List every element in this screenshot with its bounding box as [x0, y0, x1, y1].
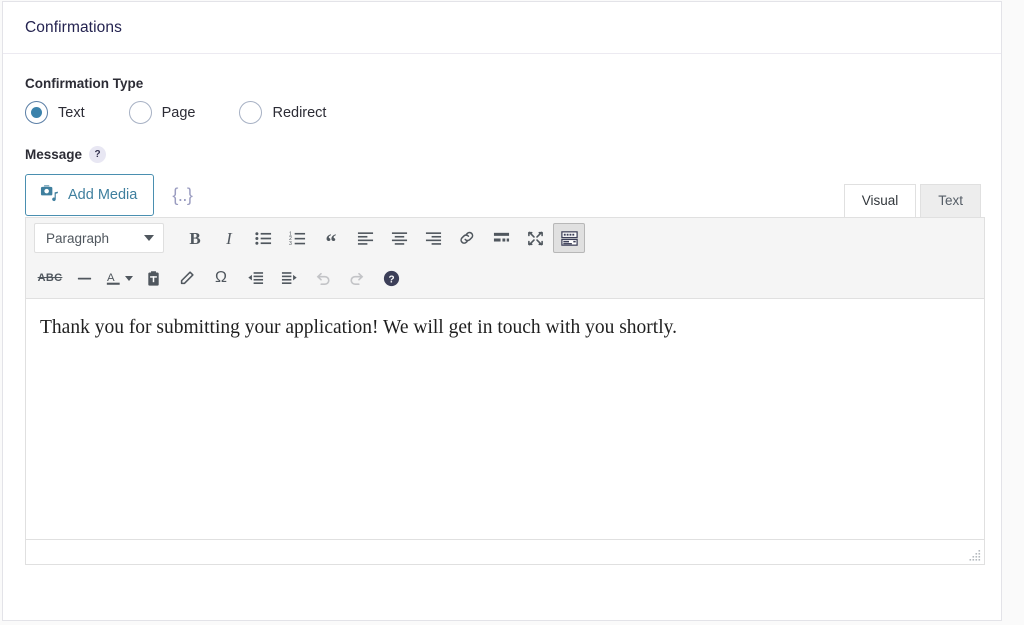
strikethrough-glyph: ABC	[37, 272, 63, 284]
text-color-icon[interactable]: A	[102, 263, 135, 293]
radio-indicator-redirect[interactable]	[239, 101, 263, 124]
panel-header: Confirmations	[3, 2, 1001, 54]
blockquote-icon[interactable]: “	[315, 223, 347, 253]
page-title: Confirmations	[25, 18, 122, 36]
radio-label-text: Text	[58, 104, 85, 121]
outdent-icon[interactable]	[239, 263, 271, 293]
clear-formatting-icon[interactable]	[171, 263, 203, 293]
align-right-icon[interactable]	[417, 223, 449, 253]
toolbar-toggle-icon[interactable]	[553, 223, 585, 253]
radio-option-text[interactable]: Text	[25, 101, 85, 124]
chevron-down-icon	[144, 235, 154, 241]
svg-text:3: 3	[289, 241, 292, 247]
rich-text-editor: Paragraph B I 123 “ ABC A Ω ? Thank you …	[25, 217, 985, 565]
radio-option-page[interactable]: Page	[128, 101, 196, 124]
media-icon	[40, 184, 59, 207]
radio-label-redirect: Redirect	[272, 104, 327, 121]
message-label: Message ?	[25, 146, 981, 163]
chevron-down-icon	[125, 275, 133, 281]
read-more-icon[interactable]	[485, 223, 517, 253]
editor-toolbar: Paragraph B I 123 “ ABC A Ω ?	[26, 218, 984, 299]
toolbar-row-secondary: ABC A Ω ?	[34, 258, 976, 298]
format-select-value: Paragraph	[46, 230, 110, 246]
paste-as-text-icon[interactable]	[137, 263, 169, 293]
omega-glyph: Ω	[215, 269, 227, 286]
link-icon[interactable]	[451, 223, 483, 253]
editor-status-bar	[26, 539, 984, 564]
tab-visual[interactable]: Visual	[843, 184, 917, 218]
editor-mode-tabs: Visual Text	[840, 184, 981, 218]
strikethrough-icon[interactable]: ABC	[34, 263, 66, 293]
add-media-label: Add Media	[68, 187, 138, 203]
confirmation-type-label-text: Confirmation Type	[25, 76, 144, 91]
horizontal-rule-icon[interactable]	[68, 263, 100, 293]
editor-content-area[interactable]: Thank you for submitting your applicatio…	[26, 299, 984, 539]
svg-text:A: A	[107, 271, 115, 283]
help-icon[interactable]: ?	[89, 146, 107, 163]
bulleted-list-icon[interactable]	[247, 223, 279, 253]
radio-indicator-text[interactable]	[25, 101, 48, 124]
format-select[interactable]: Paragraph	[34, 223, 164, 253]
align-left-icon[interactable]	[349, 223, 381, 253]
radio-label-page: Page	[161, 104, 196, 121]
radio-option-redirect[interactable]: Redirect	[239, 101, 326, 124]
toolbar-row-primary: Paragraph B I 123 “	[34, 218, 976, 258]
editor-body-text: Thank you for submitting your applicatio…	[40, 317, 677, 338]
bold-icon[interactable]: B	[179, 223, 211, 253]
screen: Confirmations Confirmation Type Text Pag…	[0, 0, 1024, 625]
align-center-icon[interactable]	[383, 223, 415, 253]
add-media-button[interactable]: Add Media	[25, 174, 155, 216]
message-label-text: Message	[25, 147, 83, 162]
italic-icon[interactable]: I	[213, 223, 245, 253]
confirmation-type-radio-group: Text Page Redirect	[25, 101, 981, 124]
numbered-list-icon[interactable]: 123	[281, 223, 313, 253]
keyboard-shortcuts-icon[interactable]: ?	[375, 263, 407, 293]
bold-glyph: B	[189, 228, 201, 248]
editor-top-bar: Add Media {..} Visual Text	[25, 173, 981, 218]
resize-handle-icon[interactable]	[968, 548, 982, 562]
panel-body: Confirmation Type Text Page Redirect Mes…	[3, 54, 1001, 565]
undo-icon[interactable]	[307, 263, 339, 293]
svg-text:?: ?	[388, 274, 394, 285]
indent-icon[interactable]	[273, 263, 305, 293]
radio-indicator-page[interactable]	[128, 101, 152, 124]
confirmation-type-label: Confirmation Type	[25, 76, 981, 91]
tab-text[interactable]: Text	[920, 184, 981, 218]
redo-icon[interactable]	[341, 263, 373, 293]
fullscreen-icon[interactable]	[519, 223, 551, 253]
confirmations-panel: Confirmations Confirmation Type Text Pag…	[2, 1, 1002, 621]
italic-glyph: I	[226, 228, 232, 248]
merge-tag-icon[interactable]: {..}	[168, 183, 196, 208]
special-character-icon[interactable]: Ω	[205, 263, 237, 293]
